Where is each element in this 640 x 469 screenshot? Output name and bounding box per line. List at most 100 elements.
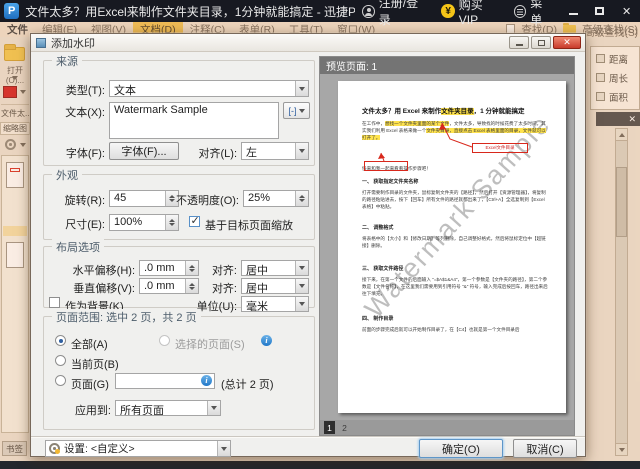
size-value: 100%: [114, 216, 142, 228]
fit-to-page-label: 基于目标页面缩放: [205, 217, 293, 233]
login-button[interactable]: 注册/登录: [355, 0, 434, 22]
section-body: 将表格中的【大小】和【修改日期】等列删除，自己调整好格式，然后将鼠标定位中【超链…: [362, 235, 550, 249]
spinner-arrows-icon[interactable]: [185, 279, 198, 293]
thumbnail-selection: [3, 226, 27, 236]
thumbnails-tab[interactable]: 缩略图: [0, 122, 30, 135]
v-align-value: 居中: [246, 283, 268, 294]
window-title: 文件太多？用Excel来制作文件夹目录，1分钟就能搞定 - 迅捷PDF编辑器: [25, 3, 355, 20]
font-button[interactable]: 字体(F)...: [109, 142, 179, 160]
document-section-3: 三、 获取文件路径 接下来，在第一个文件的后面输入 "=$A$1&A4"，第一个…: [362, 266, 550, 297]
ok-button[interactable]: 确定(O): [419, 439, 503, 458]
chevron-down-icon: [207, 401, 220, 415]
section-heading: 四、 制作目录: [362, 316, 393, 322]
buy-vip-button[interactable]: ¥ 购买VIP: [434, 0, 506, 22]
scroll-down-button[interactable]: [616, 443, 627, 455]
appearance-legend: 外观: [52, 167, 82, 183]
pages-radio[interactable]: [55, 375, 66, 386]
dialog-restore-button[interactable]: [531, 36, 551, 49]
page-thumbnail-1[interactable]: [6, 162, 24, 188]
type-select[interactable]: 文本: [109, 80, 309, 97]
spinner-arrows-icon[interactable]: [165, 215, 178, 230]
thumbnails-options-icon[interactable]: [20, 143, 26, 147]
preview-page-1-button[interactable]: 1: [324, 421, 335, 434]
titlebar: P 文件太多？用Excel来制作文件夹目录，1分钟就能搞定 - 迅捷PDF编辑器…: [0, 0, 640, 22]
document-section-2: 二、 调整格式 将表格中的【大小】和【修改日期】等列删除，自己调整好格式，然后将…: [362, 225, 550, 249]
h-align-value: 居中: [246, 265, 268, 276]
area-icon: [596, 92, 605, 101]
close-button[interactable]: ✕: [613, 0, 640, 22]
apply-to-label: 应用到:: [71, 402, 111, 418]
preview-page-2-button[interactable]: 2: [339, 421, 350, 434]
minimize-button[interactable]: [560, 0, 587, 22]
unit-select[interactable]: 毫米: [241, 296, 309, 312]
cancel-button[interactable]: 取消(C): [513, 439, 577, 458]
open-file-label[interactable]: 打开(O)...: [0, 65, 30, 85]
spinner-arrows-icon[interactable]: [185, 261, 198, 275]
vertical-scrollbar[interactable]: [615, 128, 628, 456]
v-offset-spinner[interactable]: .0 mm: [139, 278, 199, 294]
settings-preset-select[interactable]: 设置: <自定义>: [45, 440, 231, 457]
document-content: 文件太多？用 Excel 来制作文件夹目录，1 分钟就能搞定 在工作中，想找一个…: [338, 81, 566, 413]
arrow-down-icon: [619, 448, 625, 452]
chevron-down-icon: [299, 109, 305, 113]
type-label: 类型(T):: [47, 82, 105, 98]
add-watermark-dialog: 添加水印 ✕ 来源 类型(T): 文本 文本(X): Watermark Sam…: [30, 33, 586, 457]
macro-insert-button[interactable]: [-]: [283, 102, 310, 119]
thumbnails-gear-icon[interactable]: [5, 139, 16, 150]
dialog-close-button[interactable]: ✕: [553, 36, 581, 49]
h-offset-spinner[interactable]: .0 mm: [139, 260, 199, 276]
menu-item-perimeter[interactable]: 周长: [591, 68, 639, 87]
document-paragraph: 在工作中，想找一个文件夹里面的某个文件，文件太多，导致找的时候花费了太多时间，其…: [362, 120, 550, 141]
font-label: 字体(F):: [47, 145, 105, 161]
v-align-select[interactable]: 居中: [241, 278, 309, 294]
left-sidebar: 打开(O)... 文件太... 缩略图 书签: [0, 37, 30, 461]
selected-pages-radio[interactable]: [159, 335, 170, 346]
minimize-icon: [516, 44, 523, 46]
restore-icon: [538, 40, 545, 46]
menu-label: 菜单: [530, 0, 553, 28]
dialog-title: 添加水印: [51, 35, 95, 51]
v-offset-value: .0 mm: [144, 280, 175, 292]
current-page-radio[interactable]: [55, 355, 66, 366]
document-section-4: 四、 制作目录 前面的步骤完成后就可以开始制作目录了，在【C4】也就是第一个文件…: [362, 316, 550, 333]
macro-label: [-]: [289, 106, 297, 116]
advanced-find-partial-label[interactable]: 高级查找(S): [585, 24, 638, 39]
open-dropdown-icon[interactable]: [12, 76, 18, 80]
maximize-button[interactable]: [587, 0, 614, 22]
minimize-icon: [569, 13, 578, 15]
text-align-select[interactable]: 左: [241, 142, 309, 160]
source-legend: 来源: [52, 53, 82, 69]
login-label: 注册/登录: [379, 0, 428, 28]
all-pages-radio[interactable]: [55, 335, 66, 346]
settings-gear-icon: [49, 443, 60, 454]
scroll-up-button[interactable]: [616, 129, 627, 141]
panel-close-icon[interactable]: ✕: [628, 114, 636, 125]
menu-button[interactable]: 菜单: [507, 0, 560, 22]
as-background-checkbox[interactable]: [49, 297, 60, 308]
menu-item-distance[interactable]: 距离: [591, 49, 639, 68]
dialog-minimize-button[interactable]: [509, 36, 529, 49]
apply-to-select[interactable]: 所有页面: [115, 400, 221, 416]
open-file-icon[interactable]: [4, 47, 25, 61]
scrollbar-thumb[interactable]: [616, 167, 627, 237]
h-align-select[interactable]: 居中: [241, 260, 309, 276]
area-label: 面积: [609, 90, 628, 104]
pages-input[interactable]: [115, 373, 215, 389]
color-dropdown-icon[interactable]: [20, 90, 26, 94]
fit-to-page-checkbox[interactable]: [189, 216, 200, 227]
color-swatch[interactable]: [3, 86, 17, 98]
person-icon: [362, 5, 374, 18]
page-thumbnail-2[interactable]: [6, 242, 24, 268]
opacity-spinner[interactable]: 25%: [243, 190, 309, 207]
maximize-icon: [595, 7, 604, 15]
spinner-arrows-icon[interactable]: [295, 191, 308, 206]
size-spinner[interactable]: 100%: [109, 214, 179, 231]
size-label: 尺寸(E):: [47, 216, 105, 232]
document-tab[interactable]: 文件太...: [1, 108, 29, 119]
align-label: 对齐(L):: [189, 145, 237, 161]
menu-item-area[interactable]: 面积: [591, 87, 639, 106]
status-bar: [0, 461, 640, 469]
annotation-box: [364, 161, 408, 171]
watermark-text-input[interactable]: Watermark Sample: [109, 102, 279, 139]
bookmarks-tab[interactable]: 书签: [2, 441, 27, 456]
